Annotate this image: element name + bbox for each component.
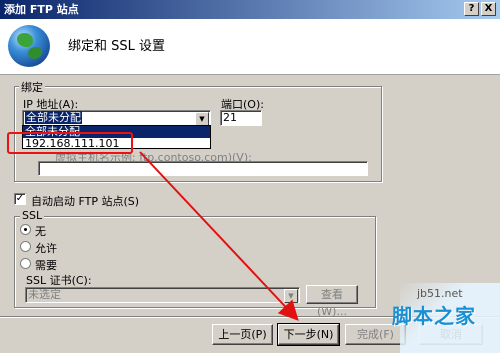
watermark-text: 脚本之家 xyxy=(392,304,476,328)
watermark-url: jb51.net xyxy=(417,287,463,300)
